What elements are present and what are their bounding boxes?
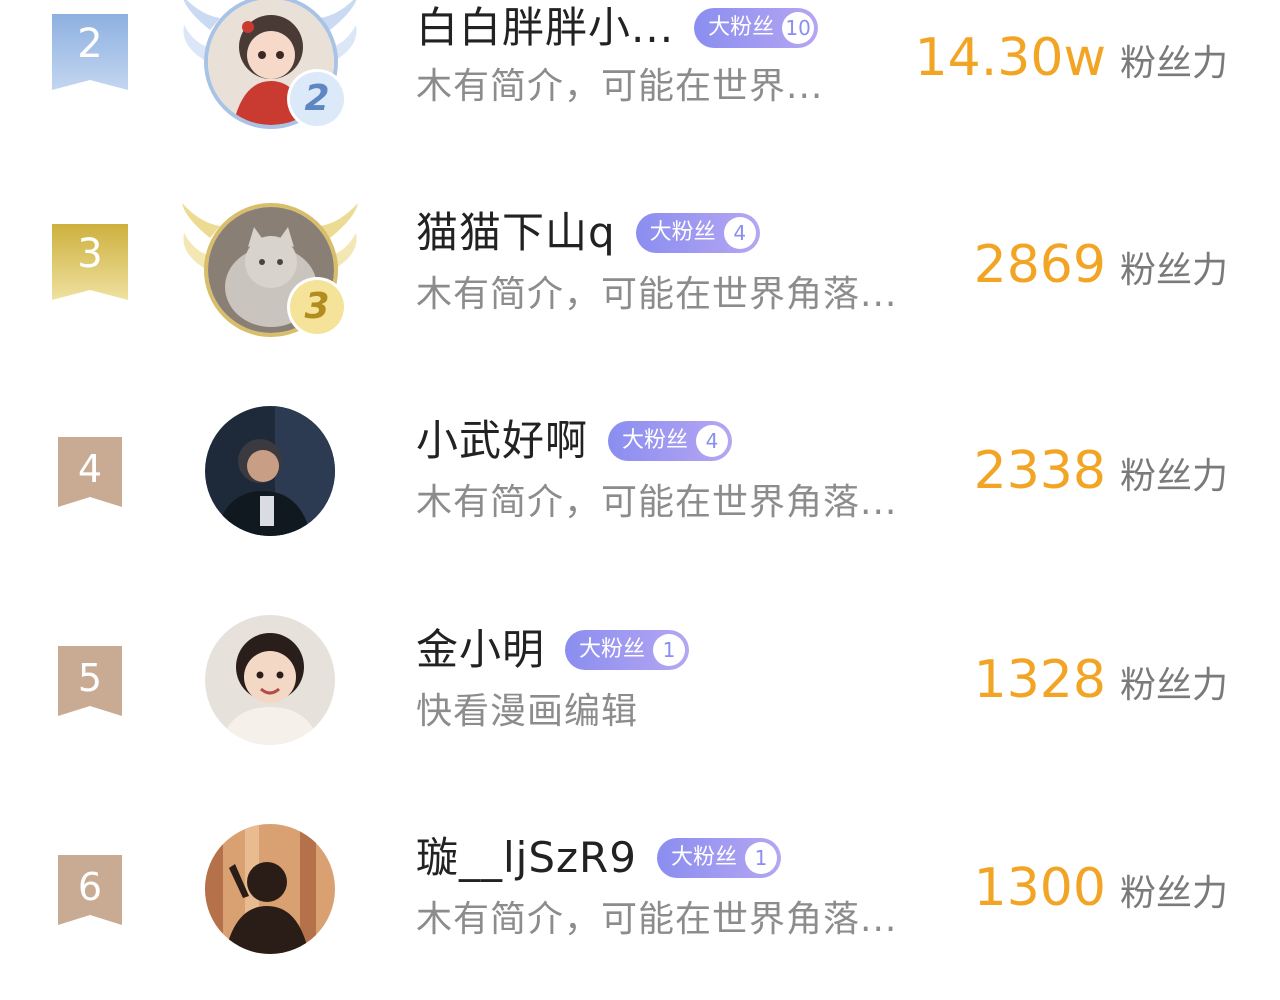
fan-badge-label: 大粉丝: [649, 220, 716, 245]
fan-power-unit: 粉丝力: [1119, 43, 1228, 84]
user-bio: 快看漫画编辑: [416, 691, 639, 732]
user-name[interactable]: 金小明: [416, 622, 545, 678]
user-bio: 木有简介，可能在世界角落...: [416, 899, 898, 940]
user-name[interactable]: 猫猫下山q: [416, 205, 616, 261]
fan-ranking-list: 2 2 白白胖胖小... 大粉丝 10 木有简介，可能在世界... 14.30w…: [0, 0, 1280, 1000]
fan-power-score: 14.30w: [914, 28, 1106, 88]
fan-badge-label: 大粉丝: [708, 15, 775, 40]
avatar[interactable]: [205, 615, 335, 745]
rank-ribbon: 6: [58, 855, 122, 925]
avatar[interactable]: [205, 824, 335, 954]
ranking-row[interactable]: 6 璇__ljSzR9 大粉丝 1 木有简介，可能在世界角落... 1300 粉…: [0, 800, 1280, 1000]
score-line: 2338 粉丝力: [974, 441, 1228, 501]
rank-ribbon: 5: [58, 646, 122, 716]
name-line: 小武好啊 大粉丝 4: [416, 413, 733, 469]
rank-number: 2: [77, 21, 103, 67]
fan-power-score: 2869: [973, 235, 1106, 295]
fan-level: 4: [723, 217, 756, 249]
user-bio: 木有简介，可能在世界角落...: [416, 482, 898, 523]
rank-ribbon-silver: 2: [52, 14, 128, 90]
name-line: 猫猫下山q 大粉丝 4: [416, 205, 760, 261]
avatar-with-wings[interactable]: 2: [180, 0, 360, 130]
ranking-row[interactable]: 2 2 白白胖胖小... 大粉丝 10 木有简介，可能在世界... 14.30w…: [0, 0, 1280, 160]
fan-badge-label: 大粉丝: [670, 845, 737, 870]
ranking-row[interactable]: 3 3 猫猫下山q 大粉丝 4 木有简介，可能在世界角落... 2869 粉丝力: [0, 170, 1280, 370]
fan-badge-label: 大粉丝: [579, 637, 646, 662]
rank-ribbon: 4: [58, 437, 122, 507]
fan-badge: 大粉丝 1: [565, 630, 690, 670]
score-line: 1328 粉丝力: [974, 650, 1228, 710]
medal-silver-icon: 2: [290, 72, 344, 126]
fan-power-score: 2338: [973, 441, 1106, 501]
fan-power-unit: 粉丝力: [1119, 873, 1228, 914]
rank-number: 4: [77, 447, 103, 491]
fan-level: 1: [653, 634, 686, 666]
fan-power-score: 1300: [973, 858, 1106, 918]
fan-power-unit: 粉丝力: [1119, 456, 1228, 497]
name-line: 璇__ljSzR9 大粉丝 1: [416, 830, 781, 886]
rank-ribbon-gold: 3: [52, 224, 128, 300]
score-line: 14.30w 粉丝力: [915, 28, 1228, 88]
fan-badge-label: 大粉丝: [622, 428, 689, 453]
fan-badge: 大粉丝 4: [635, 213, 760, 253]
rank-number: 6: [77, 865, 103, 909]
user-name[interactable]: 璇__ljSzR9: [416, 830, 637, 886]
fan-level: 4: [696, 425, 729, 457]
fan-level: 10: [782, 12, 815, 44]
name-line: 白白胖胖小... 大粉丝 10: [416, 0, 819, 56]
fan-power-unit: 粉丝力: [1119, 250, 1228, 291]
rank-number: 5: [77, 656, 103, 700]
fan-power-unit: 粉丝力: [1119, 665, 1228, 706]
user-bio: 木有简介，可能在世界...: [416, 66, 824, 107]
avatar[interactable]: [205, 406, 335, 536]
fan-badge: 大粉丝 4: [608, 421, 733, 461]
score-line: 2869 粉丝力: [974, 235, 1228, 295]
fan-level: 1: [744, 842, 777, 874]
user-name[interactable]: 小武好啊: [416, 413, 588, 469]
fan-badge: 大粉丝 10: [694, 8, 819, 48]
rank-number: 3: [77, 231, 103, 277]
score-line: 1300 粉丝力: [974, 858, 1228, 918]
ranking-row[interactable]: 4 小武好啊 大粉丝 4 木有简介，可能在世界角落... 2338 粉丝力: [0, 380, 1280, 580]
avatar-with-wings[interactable]: 3: [180, 198, 360, 338]
name-line: 金小明 大粉丝 1: [416, 622, 690, 678]
medal-gold-icon: 3: [290, 280, 344, 334]
ranking-row[interactable]: 5 金小明 大粉丝 1 快看漫画编辑 1328 粉丝力: [0, 590, 1280, 790]
fan-power-score: 1328: [973, 650, 1106, 710]
fan-badge: 大粉丝 1: [656, 838, 781, 878]
user-bio: 木有简介，可能在世界角落...: [416, 274, 898, 315]
user-name[interactable]: 白白胖胖小...: [416, 0, 674, 56]
